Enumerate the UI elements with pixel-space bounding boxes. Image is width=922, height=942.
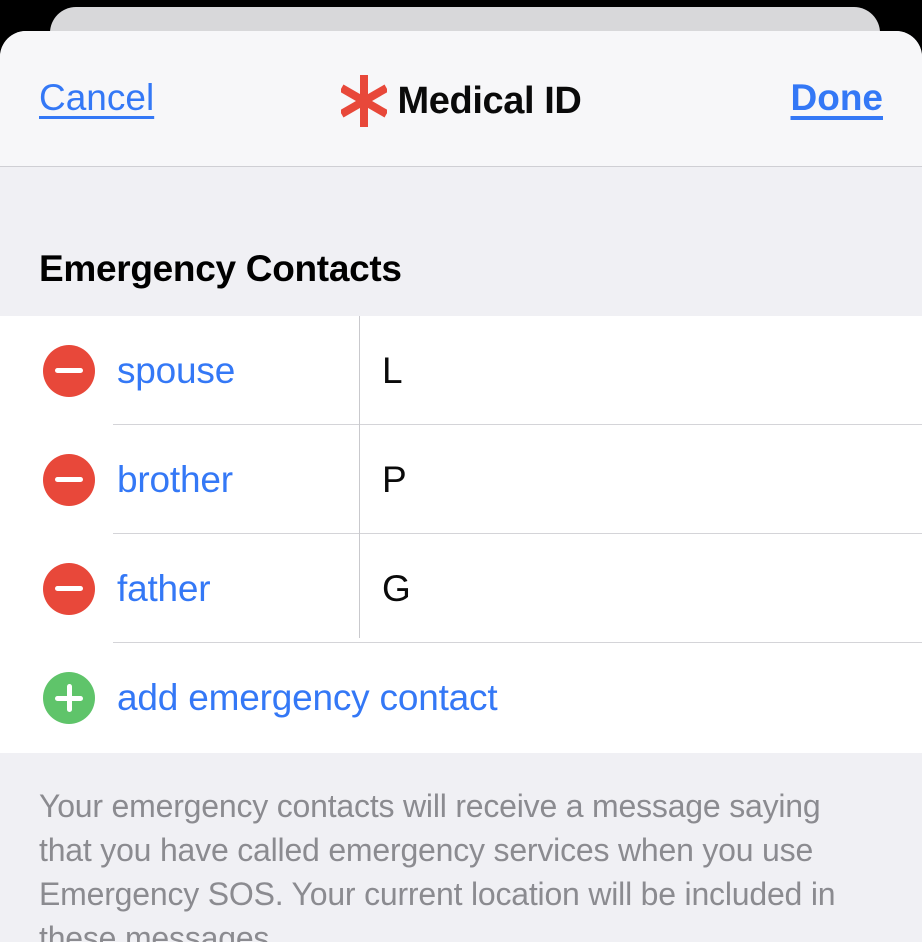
add-emergency-contact-label[interactable]: add emergency contact [117, 677, 498, 719]
contact-relation-label[interactable]: spouse [117, 350, 235, 392]
footer-description: Your emergency contacts will receive a m… [39, 788, 836, 942]
plus-circle-icon[interactable] [43, 672, 95, 724]
contact-relation-label[interactable]: brother [117, 459, 233, 501]
done-button[interactable]: Done [791, 77, 884, 119]
minus-bar [55, 586, 83, 591]
minus-circle-icon[interactable] [43, 562, 95, 615]
table-row[interactable]: spouse L [0, 316, 922, 425]
minus-bar [55, 368, 83, 373]
emergency-contacts-section-header: Emergency Contacts [0, 167, 922, 316]
section-footer: Your emergency contacts will receive a m… [0, 753, 922, 942]
contact-name-value[interactable]: P [382, 459, 407, 501]
table-row[interactable]: brother P [0, 425, 922, 534]
plus-bar-vertical [66, 684, 72, 712]
contact-relation-label[interactable]: father [117, 568, 211, 610]
minus-bar [55, 477, 83, 482]
table-row[interactable]: father G [0, 534, 922, 643]
add-emergency-contact-row[interactable]: add emergency contact [0, 643, 922, 753]
minus-circle-icon[interactable] [43, 344, 95, 397]
navigation-bar: Cancel Medical ID Done [0, 31, 922, 167]
minus-circle-icon[interactable] [43, 453, 95, 506]
medical-asterisk-icon [340, 75, 387, 127]
page-title: Medical ID [397, 79, 582, 122]
emergency-contacts-list: spouse L brother P father G add emergenc… [0, 316, 922, 753]
contact-name-value[interactable]: L [382, 350, 403, 392]
medical-id-sheet: Cancel Medical ID Done Emergency Contact… [0, 31, 922, 942]
contact-name-value[interactable]: G [382, 568, 411, 610]
section-title: Emergency Contacts [39, 248, 402, 289]
column-divider [359, 316, 360, 638]
cancel-button[interactable]: Cancel [39, 77, 154, 119]
